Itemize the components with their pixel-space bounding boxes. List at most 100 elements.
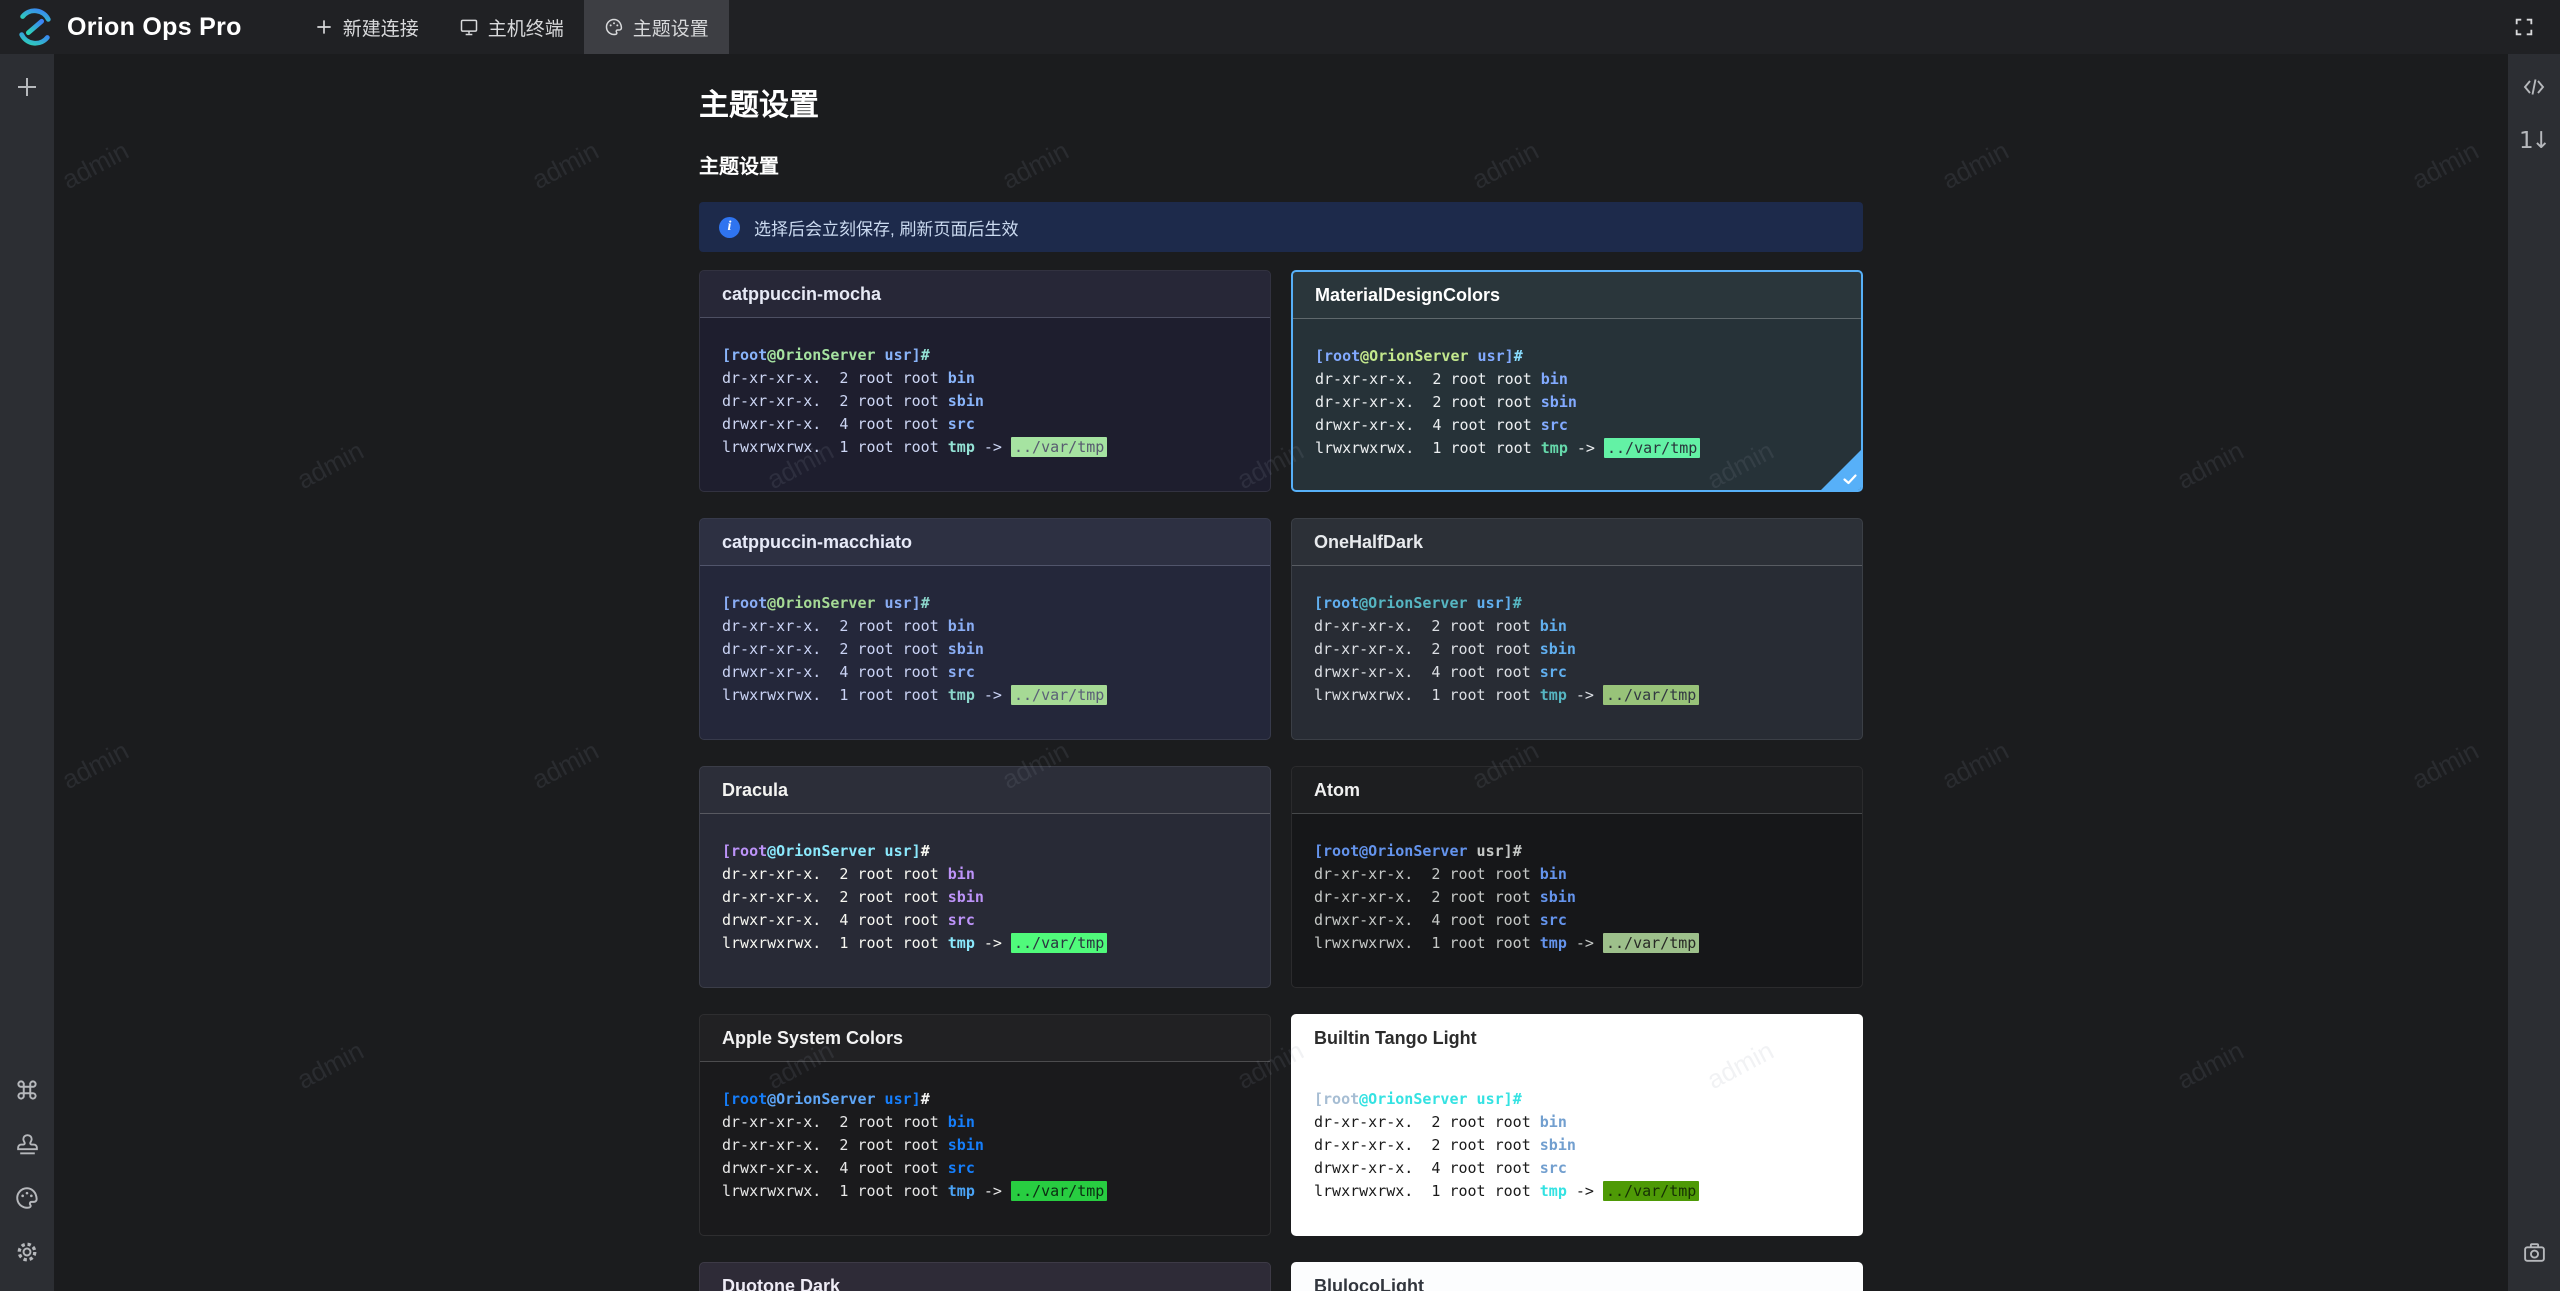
- terminal-line: lrwxrwxrwx. 1 root root tmp -> ../var/tm…: [722, 1180, 1248, 1203]
- terminal-prompt-line: [root@OrionServer usr]#: [1315, 345, 1839, 368]
- fullscreen-icon[interactable]: [2504, 7, 2544, 47]
- theme-card-header: OneHalfDark: [1292, 519, 1862, 566]
- right-sidebar: 1↓: [2508, 54, 2560, 1291]
- terminal-prompt-line: [root@OrionServer usr]#: [722, 344, 1248, 367]
- theme-card-header: BlulocoLight: [1292, 1263, 1862, 1291]
- add-connection-icon[interactable]: [6, 64, 48, 110]
- theme-card-header: MaterialDesignColors: [1293, 272, 1861, 319]
- theme-card-header: Builtin Tango Light: [1292, 1015, 1862, 1062]
- terminal-line: drwxr-xr-x. 4 root root src: [1314, 661, 1840, 684]
- theme-card[interactable]: Duotone Dark [root@OrionServer usr]#dr-x…: [699, 1262, 1271, 1291]
- terminal-line: dr-xr-xr-x. 2 root root sbin: [722, 1134, 1248, 1157]
- theme-name: OneHalfDark: [1314, 532, 1423, 553]
- terminal-line: drwxr-xr-x. 4 root root src: [722, 661, 1248, 684]
- theme-card-header: catppuccin-mocha: [700, 271, 1270, 318]
- terminal-line: dr-xr-xr-x. 2 root root sbin: [722, 390, 1248, 413]
- terminal-line: dr-xr-xr-x. 2 root root sbin: [722, 638, 1248, 661]
- theme-card-header: Duotone Dark: [700, 1263, 1270, 1291]
- gear-icon[interactable]: [6, 1229, 48, 1275]
- terminal-line: lrwxrwxrwx. 1 root root tmp -> ../var/tm…: [1314, 932, 1840, 955]
- theme-card[interactable]: catppuccin-mocha [root@OrionServer usr]#…: [699, 270, 1271, 492]
- terminal-preview: [root@OrionServer usr]#dr-xr-xr-x. 2 roo…: [1293, 319, 1861, 486]
- monitor-icon: [459, 17, 479, 37]
- terminal-line: dr-xr-xr-x. 2 root root sbin: [1314, 886, 1840, 909]
- terminal-line: lrwxrwxrwx. 1 root root tmp -> ../var/tm…: [1315, 437, 1839, 460]
- tab-label: 主题设置: [633, 14, 709, 41]
- theme-name: Builtin Tango Light: [1314, 1028, 1477, 1049]
- info-banner: i 选择后会立刻保存, 刷新页面后生效: [699, 202, 1863, 252]
- terminal-line: lrwxrwxrwx. 1 root root tmp -> ../var/tm…: [722, 684, 1248, 707]
- terminal-line: lrwxrwxrwx. 1 root root tmp -> ../var/tm…: [1314, 684, 1840, 707]
- terminal-prompt-line: [root@OrionServer usr]#: [722, 840, 1248, 863]
- code-icon[interactable]: [2513, 64, 2555, 110]
- section-title: 主题设置: [699, 154, 1863, 180]
- page-title: 主题设置: [699, 88, 1863, 124]
- check-icon: [1841, 470, 1859, 488]
- terminal-prompt-line: [root@OrionServer usr]#: [1314, 840, 1840, 863]
- terminal-line: drwxr-xr-x. 4 root root src: [722, 413, 1248, 436]
- camera-icon[interactable]: [2513, 1229, 2555, 1275]
- theme-card[interactable]: Builtin Tango Light [root@OrionServer us…: [1291, 1014, 1863, 1236]
- terminal-preview: [root@OrionServer usr]#dr-xr-xr-x. 2 roo…: [1292, 814, 1862, 981]
- theme-name: catppuccin-mocha: [722, 284, 881, 305]
- theme-card-header: Dracula: [700, 767, 1270, 814]
- theme-card[interactable]: OneHalfDark [root@OrionServer usr]#dr-xr…: [1291, 518, 1863, 740]
- nav-tabs: 新建连接 主机终端 主题设置: [294, 0, 729, 54]
- terminal-line: drwxr-xr-x. 4 root root src: [1315, 414, 1839, 437]
- terminal-line: dr-xr-xr-x. 2 root root bin: [1314, 1111, 1840, 1134]
- terminal-line: drwxr-xr-x. 4 root root src: [1314, 909, 1840, 932]
- app-logo-icon: [16, 8, 54, 46]
- tab-label: 主机终端: [488, 14, 564, 41]
- terminal-line: dr-xr-xr-x. 2 root root bin: [722, 367, 1248, 390]
- navbar: Orion Ops Pro 新建连接 主机终端: [0, 0, 2560, 54]
- theme-name: MaterialDesignColors: [1315, 285, 1500, 306]
- terminal-line: lrwxrwxrwx. 1 root root tmp -> ../var/tm…: [722, 436, 1248, 459]
- terminal-line: dr-xr-xr-x. 2 root root bin: [1314, 863, 1840, 886]
- theme-name: Dracula: [722, 780, 788, 801]
- theme-card[interactable]: catppuccin-macchiato [root@OrionServer u…: [699, 518, 1271, 740]
- theme-name: Apple System Colors: [722, 1028, 903, 1049]
- terminal-preview: [root@OrionServer usr]#dr-xr-xr-x. 2 roo…: [700, 1062, 1270, 1229]
- plus-icon: [314, 17, 334, 37]
- tab-host-terminal[interactable]: 主机终端: [439, 0, 584, 54]
- theme-name: Atom: [1314, 780, 1360, 801]
- terminal-line: dr-xr-xr-x. 2 root root sbin: [1315, 391, 1839, 414]
- theme-grid: catppuccin-mocha [root@OrionServer usr]#…: [699, 270, 1863, 1291]
- stamp-icon[interactable]: [6, 1121, 48, 1167]
- terminal-line: drwxr-xr-x. 4 root root src: [722, 1157, 1248, 1180]
- terminal-line: dr-xr-xr-x. 2 root root bin: [722, 1111, 1248, 1134]
- terminal-prompt-line: [root@OrionServer usr]#: [1314, 1088, 1840, 1111]
- banner-text: 选择后会立刻保存, 刷新页面后生效: [754, 215, 1018, 240]
- terminal-preview: [root@OrionServer usr]#dr-xr-xr-x. 2 roo…: [700, 814, 1270, 981]
- tab-new-connection[interactable]: 新建连接: [294, 0, 439, 54]
- theme-name: catppuccin-macchiato: [722, 532, 912, 553]
- terminal-line: lrwxrwxrwx. 1 root root tmp -> ../var/tm…: [1314, 1180, 1840, 1203]
- terminal-line: dr-xr-xr-x. 2 root root bin: [722, 615, 1248, 638]
- theme-name: Duotone Dark: [722, 1276, 840, 1291]
- palette-icon[interactable]: [6, 1175, 48, 1221]
- terminal-line: dr-xr-xr-x. 2 root root bin: [1315, 368, 1839, 391]
- palette-icon: [604, 17, 624, 37]
- tab-theme-settings[interactable]: 主题设置: [584, 0, 729, 54]
- terminal-line: dr-xr-xr-x. 2 root root bin: [1314, 615, 1840, 638]
- theme-card-header: Apple System Colors: [700, 1015, 1270, 1062]
- theme-card[interactable]: Apple System Colors [root@OrionServer us…: [699, 1014, 1271, 1236]
- terminal-preview: [root@OrionServer usr]#dr-xr-xr-x. 2 roo…: [1292, 566, 1862, 733]
- theme-card[interactable]: MaterialDesignColors [root@OrionServer u…: [1291, 270, 1863, 492]
- left-sidebar: [0, 54, 54, 1291]
- numeric-sort-icon[interactable]: 1↓: [2513, 118, 2555, 164]
- terminal-line: dr-xr-xr-x. 2 root root sbin: [1314, 1134, 1840, 1157]
- tab-label: 新建连接: [343, 14, 419, 41]
- brand[interactable]: Orion Ops Pro: [0, 0, 258, 54]
- command-icon[interactable]: [6, 1067, 48, 1113]
- brand-title: Orion Ops Pro: [67, 13, 242, 42]
- terminal-preview: [root@OrionServer usr]#dr-xr-xr-x. 2 roo…: [700, 318, 1270, 485]
- terminal-line: dr-xr-xr-x. 2 root root bin: [722, 863, 1248, 886]
- theme-card-header: catppuccin-macchiato: [700, 519, 1270, 566]
- theme-card-header: Atom: [1292, 767, 1862, 814]
- theme-card[interactable]: Dracula [root@OrionServer usr]#dr-xr-xr-…: [699, 766, 1271, 988]
- terminal-line: drwxr-xr-x. 4 root root src: [1314, 1157, 1840, 1180]
- theme-card[interactable]: BlulocoLight [root@OrionServer usr]#dr-x…: [1291, 1262, 1863, 1291]
- theme-card[interactable]: Atom [root@OrionServer usr]#dr-xr-xr-x. …: [1291, 766, 1863, 988]
- terminal-line: lrwxrwxrwx. 1 root root tmp -> ../var/tm…: [722, 932, 1248, 955]
